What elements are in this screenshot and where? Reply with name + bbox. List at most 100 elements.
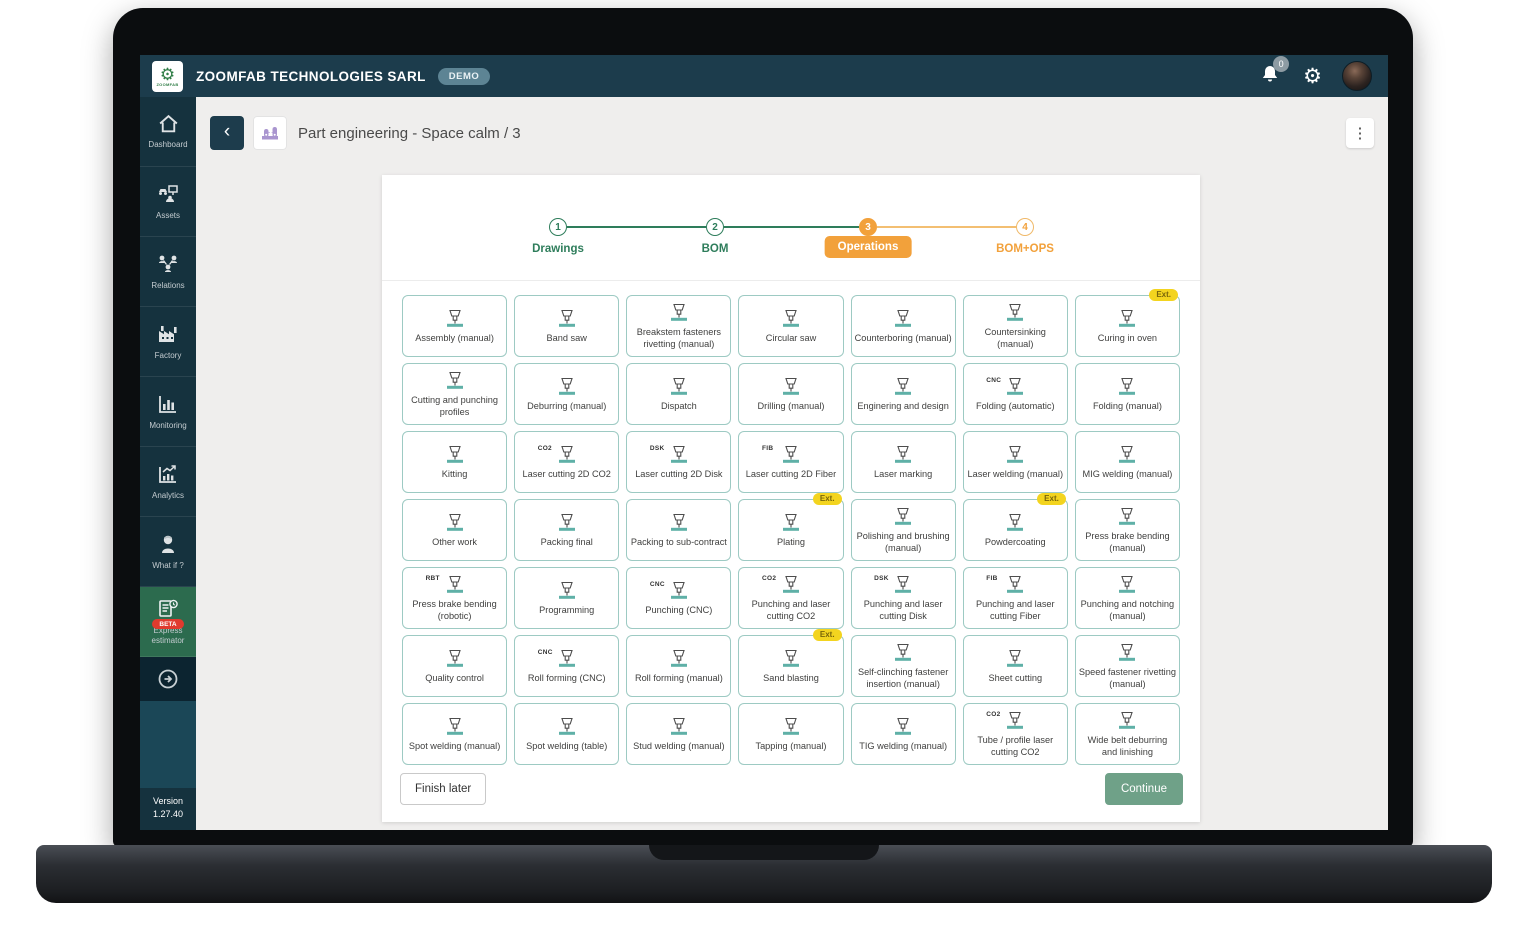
sidebar-item-factory[interactable]: Factory bbox=[140, 307, 196, 377]
sidebar-collapse-button[interactable] bbox=[140, 657, 196, 701]
operation-card[interactable]: Folding (manual) bbox=[1075, 363, 1180, 425]
sidebar-item-dashboard[interactable]: Dashboard bbox=[140, 97, 196, 167]
operation-card[interactable]: Other work bbox=[402, 499, 507, 561]
operation-card[interactable]: Laser welding (manual) bbox=[963, 431, 1068, 493]
operation-card[interactable]: Circular saw bbox=[738, 295, 843, 357]
settings-gear-icon[interactable]: ⚙ bbox=[1303, 66, 1322, 87]
operation-card[interactable]: DSK Punching and laser cutting Disk bbox=[851, 567, 956, 629]
operation-card[interactable]: Self-clinching fastener insertion (manua… bbox=[851, 635, 956, 697]
operation-card[interactable]: Ext. Powdercoating bbox=[963, 499, 1068, 561]
operation-icon bbox=[553, 376, 581, 399]
operation-card[interactable]: Polishing and brushing (manual) bbox=[851, 499, 956, 561]
operation-card[interactable]: Packing to sub-contract bbox=[626, 499, 731, 561]
step-label-bom-ops[interactable]: BOM+OPS bbox=[996, 243, 1054, 255]
operation-card[interactable]: Spot welding (table) bbox=[514, 703, 619, 765]
sidebar-item-express-estimator[interactable]: BETA Express estimator bbox=[140, 587, 196, 657]
operation-label: Kitting bbox=[442, 469, 468, 481]
zoomfab-logo[interactable]: ⚙ ZOOMFAB bbox=[152, 61, 183, 92]
operation-card[interactable]: Deburring (manual) bbox=[514, 363, 619, 425]
step-label-drawings[interactable]: Drawings bbox=[532, 243, 584, 255]
step-circle-operations[interactable]: 3 bbox=[859, 218, 877, 236]
operation-card[interactable]: DSK Laser cutting 2D Disk bbox=[626, 431, 731, 493]
continue-button[interactable]: Continue bbox=[1105, 773, 1183, 805]
operation-card[interactable]: Assembly (manual) bbox=[402, 295, 507, 357]
operation-icon bbox=[441, 308, 469, 331]
step-label-bom[interactable]: BOM bbox=[702, 243, 729, 255]
step-label-operations[interactable]: Operations bbox=[825, 236, 912, 258]
operation-card[interactable]: CO2 Laser cutting 2D CO2 bbox=[514, 431, 619, 493]
operation-card[interactable]: Press brake bending (manual) bbox=[1075, 499, 1180, 561]
machine-tool-icon bbox=[553, 717, 581, 739]
operation-card[interactable]: Roll forming (manual) bbox=[626, 635, 731, 697]
operation-icon bbox=[441, 716, 469, 739]
operation-card[interactable]: CO2 Punching and laser cutting CO2 bbox=[738, 567, 843, 629]
machine-tool-icon bbox=[777, 513, 805, 535]
operation-card[interactable]: MIG welding (manual) bbox=[1075, 431, 1180, 493]
operation-card[interactable]: Spot welding (manual) bbox=[402, 703, 507, 765]
operation-card[interactable]: Programming bbox=[514, 567, 619, 629]
operation-card[interactable]: Drilling (manual) bbox=[738, 363, 843, 425]
operation-card[interactable]: Quality control bbox=[402, 635, 507, 697]
operation-icon bbox=[1113, 710, 1141, 733]
operation-card[interactable]: Counterboring (manual) bbox=[851, 295, 956, 357]
operation-card[interactable]: Band saw bbox=[514, 295, 619, 357]
ext-badge: Ext. bbox=[1149, 289, 1178, 301]
operation-label: Press brake bending (manual) bbox=[1079, 531, 1176, 555]
operation-card[interactable]: Countersinking (manual) bbox=[963, 295, 1068, 357]
operation-label: Programming bbox=[539, 605, 594, 617]
operation-card[interactable]: Stud welding (manual) bbox=[626, 703, 731, 765]
back-button[interactable]: ‹ bbox=[210, 116, 244, 150]
operation-card[interactable]: Sheet cutting bbox=[963, 635, 1068, 697]
operation-card[interactable]: FIB Laser cutting 2D Fiber bbox=[738, 431, 843, 493]
operation-card[interactable]: Speed fastener rivetting (manual) bbox=[1075, 635, 1180, 697]
operation-icon bbox=[777, 648, 805, 671]
operation-label: Press brake bending (robotic) bbox=[406, 599, 503, 623]
operation-card[interactable]: Breakstem fasteners rivetting (manual) bbox=[626, 295, 731, 357]
machine-tool-icon bbox=[1113, 711, 1141, 733]
operation-label: MIG welding (manual) bbox=[1082, 469, 1172, 481]
demo-badge: DEMO bbox=[438, 68, 491, 85]
operation-card[interactable]: Tapping (manual) bbox=[738, 703, 843, 765]
operation-card[interactable]: CNC Punching (CNC) bbox=[626, 567, 731, 629]
operation-card[interactable]: Kitting bbox=[402, 431, 507, 493]
operation-card[interactable]: Laser marking bbox=[851, 431, 956, 493]
operation-card[interactable]: TIG welding (manual) bbox=[851, 703, 956, 765]
operation-card[interactable]: RBT Press brake bending (robotic) bbox=[402, 567, 507, 629]
notifications-button[interactable]: 0 bbox=[1259, 63, 1281, 90]
finish-later-button[interactable]: Finish later bbox=[400, 773, 486, 805]
operation-card[interactable]: Enginering and design bbox=[851, 363, 956, 425]
operation-card[interactable]: Dispatch bbox=[626, 363, 731, 425]
more-options-button[interactable]: ⋮ bbox=[1346, 118, 1374, 148]
sidebar-item-analytics[interactable]: Analytics bbox=[140, 447, 196, 517]
operation-card[interactable]: Ext. Curing in oven bbox=[1075, 295, 1180, 357]
step-circle-drawings[interactable]: 1 bbox=[549, 218, 567, 236]
machine-tool-icon bbox=[665, 581, 693, 603]
operation-card[interactable]: FIB Punching and laser cutting Fiber bbox=[963, 567, 1068, 629]
sidebar-item-assets[interactable]: Assets bbox=[140, 167, 196, 237]
step-circle-bom-ops[interactable]: 4 bbox=[1016, 218, 1034, 236]
sidebar-item-relations[interactable]: Relations bbox=[140, 237, 196, 307]
operation-card[interactable]: CNC Folding (automatic) bbox=[963, 363, 1068, 425]
operation-icon: CNC bbox=[553, 648, 581, 671]
sidebar-item-monitoring[interactable]: Monitoring bbox=[140, 377, 196, 447]
step-circle-bom[interactable]: 2 bbox=[706, 218, 724, 236]
monitoring-icon bbox=[156, 393, 180, 415]
part-thumbnail[interactable] bbox=[253, 116, 287, 150]
operation-icon bbox=[665, 302, 693, 325]
operation-card[interactable]: Ext. Plating bbox=[738, 499, 843, 561]
operation-card[interactable]: Wide belt deburring and linishing bbox=[1075, 703, 1180, 765]
user-avatar[interactable] bbox=[1342, 61, 1372, 91]
operation-icon bbox=[1113, 444, 1141, 467]
operation-card[interactable]: CO2 Tube / profile laser cutting CO2 bbox=[963, 703, 1068, 765]
operation-card[interactable]: Cutting and punching profiles bbox=[402, 363, 507, 425]
operation-label: Laser welding (manual) bbox=[968, 469, 1064, 481]
operation-card[interactable]: CNC Roll forming (CNC) bbox=[514, 635, 619, 697]
operation-icon bbox=[1001, 444, 1029, 467]
operation-card[interactable]: Ext. Sand blasting bbox=[738, 635, 843, 697]
operation-icon: RBT bbox=[441, 574, 469, 597]
operation-icon bbox=[553, 716, 581, 739]
operation-card[interactable]: Packing final bbox=[514, 499, 619, 561]
operation-label: Other work bbox=[432, 537, 477, 549]
sidebar-item-what-if[interactable]: What if ? bbox=[140, 517, 196, 587]
operation-card[interactable]: Punching and notching (manual) bbox=[1075, 567, 1180, 629]
